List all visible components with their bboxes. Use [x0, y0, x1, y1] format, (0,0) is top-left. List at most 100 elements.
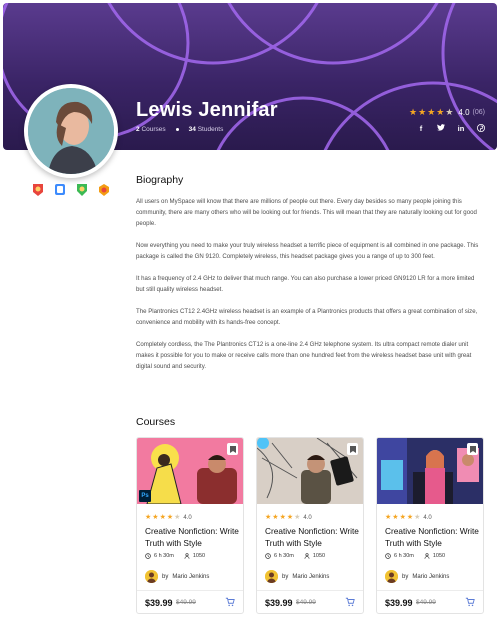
course-price: $39.99 [145, 598, 173, 608]
rating-value: 4.0 [423, 514, 432, 521]
course-author[interactable]: by Mario Jenkins [265, 570, 329, 583]
star-filled-icon: ★ [279, 514, 286, 521]
course-author[interactable]: by Mario Jenkins [385, 570, 449, 583]
author-prefix: by [162, 573, 169, 580]
duration: 6 h 30m [265, 553, 294, 559]
duration: 6 h 30m [145, 553, 174, 559]
bio-paragraph: All users on MySpace will know that ther… [136, 198, 477, 227]
achievement-badges [32, 183, 110, 197]
course-author[interactable]: by Mario Jenkins [145, 570, 209, 583]
twitter-icon[interactable] [436, 124, 446, 134]
course-meta: 6 h 30m 1050 [145, 553, 205, 559]
star-filled-icon: ★ [286, 514, 294, 521]
price-row: $39.99 $49.99 [377, 590, 483, 613]
star-filled-icon: ★ [159, 514, 166, 521]
profile-rating: ★ ★ ★ ★ ★ 4.0 (06) [409, 108, 485, 118]
rating-stars: ★ ★ ★ ★ ★ [409, 108, 453, 117]
course-card[interactable]: ★ ★ ★ ★ ★ 4.0 Creative Nonfiction: Write Tru… [376, 437, 484, 614]
price-row: $39.99 $49.99 [257, 590, 363, 613]
course-thumbnail[interactable]: Ps [137, 438, 243, 504]
star-filled-icon: ★ [145, 514, 152, 521]
bookmark-icon[interactable] [347, 443, 358, 455]
course-title[interactable]: Creative Nonfiction: Write Truth with St… [145, 525, 241, 549]
course-old-price: $49.99 [296, 599, 316, 606]
bio-paragraph: The Plantronics CT12 2.4GHz wireless hea… [136, 308, 478, 326]
user-icon [304, 553, 310, 559]
course-meta: 6 h 30m 1050 [385, 553, 445, 559]
course-card[interactable]: Ps ★ ★ ★ ★ ★ 4.0 Creative Nonfiction: Write … [136, 437, 244, 614]
bio-paragraph: Now everything you need to make your tru… [136, 242, 479, 260]
star-empty-icon: ★ [414, 514, 421, 521]
course-card[interactable]: ★ ★ ★ ★ ★ 4.0 Creative Nonfiction: Write Tru… [256, 437, 364, 614]
author-avatar [145, 570, 158, 583]
user-icon [424, 553, 430, 559]
students: 1050 [304, 553, 325, 559]
author-avatar [385, 570, 398, 583]
profile-name: Lewis Jennifar [136, 99, 278, 121]
course-price: $39.99 [385, 598, 413, 608]
star-filled-icon: ★ [418, 107, 427, 117]
course-meta: 6 h 30m 1050 [265, 553, 325, 559]
rating-value: 4.0 [458, 108, 470, 117]
linkedin-icon[interactable]: in [456, 124, 466, 134]
star-filled-icon: ★ [406, 514, 414, 521]
star-empty-icon: ★ [445, 107, 454, 117]
star-empty-icon: ★ [294, 514, 301, 521]
photoshop-badge: Ps [139, 490, 151, 502]
course-old-price: $49.99 [176, 599, 196, 606]
star-filled-icon: ★ [152, 514, 159, 521]
clock-icon [265, 553, 271, 559]
course-price: $39.99 [265, 598, 293, 608]
course-thumbnail[interactable] [377, 438, 483, 504]
badge-orange-icon [99, 184, 109, 196]
facebook-icon[interactable]: f [416, 124, 426, 134]
author-avatar [265, 570, 278, 583]
pinterest-icon[interactable] [476, 124, 486, 134]
rating-value: 4.0 [303, 514, 312, 521]
badge-red-icon [33, 184, 43, 196]
author-prefix: by [282, 573, 289, 580]
course-rating: ★ ★ ★ ★ ★ 4.0 [265, 514, 312, 521]
author-name[interactable]: Mario Jenkins [412, 574, 449, 580]
star-filled-icon: ★ [436, 107, 445, 117]
bookmark-icon[interactable] [227, 443, 238, 455]
author-name[interactable]: Mario Jenkins [292, 574, 329, 580]
star-filled-icon: ★ [166, 514, 174, 521]
course-rating: ★ ★ ★ ★ ★ 4.0 [145, 514, 192, 521]
star-filled-icon: ★ [427, 107, 436, 117]
star-filled-icon: ★ [385, 514, 392, 521]
course-rating: ★ ★ ★ ★ ★ 4.0 [385, 514, 432, 521]
courses-heading: Courses [136, 416, 176, 428]
course-title[interactable]: Creative Nonfiction: Write Truth with St… [385, 525, 481, 549]
badge-blue-icon [55, 184, 65, 195]
rating-stars: ★ ★ ★ ★ ★ [385, 514, 420, 521]
duration: 6 h 30m [385, 553, 414, 559]
rating-count: (06) [472, 109, 485, 116]
cart-icon[interactable] [225, 597, 235, 607]
courses-stat: 2 Courses [136, 126, 166, 133]
rating-stars: ★ ★ ★ ★ ★ [145, 514, 180, 521]
author-prefix: by [402, 573, 409, 580]
profile-avatar [24, 84, 118, 178]
bookmark-icon[interactable] [467, 443, 478, 455]
course-thumbnail[interactable] [257, 438, 363, 504]
biography-text: All users on MySpace will know that ther… [136, 196, 480, 383]
user-icon [184, 553, 190, 559]
course-old-price: $49.99 [416, 599, 436, 606]
separator-dot [175, 128, 179, 131]
cart-icon[interactable] [345, 597, 355, 607]
students: 1050 [184, 553, 205, 559]
star-filled-icon: ★ [409, 107, 418, 117]
course-list: Ps ★ ★ ★ ★ ★ 4.0 Creative Nonfiction: Write … [136, 437, 484, 614]
cart-icon[interactable] [465, 597, 475, 607]
students: 1050 [424, 553, 445, 559]
course-title[interactable]: Creative Nonfiction: Write Truth with St… [265, 525, 361, 549]
star-filled-icon: ★ [272, 514, 279, 521]
bio-paragraph: It has a frequency of 2.4 GHz to deliver… [136, 275, 475, 293]
price-row: $39.99 $49.99 [137, 590, 243, 613]
star-empty-icon: ★ [174, 514, 181, 521]
author-name[interactable]: Mario Jenkins [172, 574, 209, 580]
biography-heading: Biography [136, 174, 184, 186]
rating-value: 4.0 [183, 514, 192, 521]
badge-green-icon [77, 184, 87, 196]
